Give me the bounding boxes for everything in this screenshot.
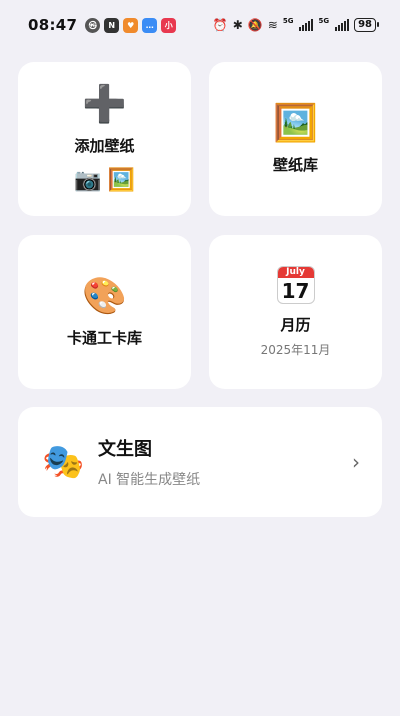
mute-icon: 🔕 xyxy=(247,18,263,32)
nfc-icon: ㉿ xyxy=(85,17,101,33)
status-left: 08:47 ㉿ N ♥ … 小 xyxy=(28,16,177,34)
nfc-app-icon: N xyxy=(104,17,120,33)
camera-icon: 📷 xyxy=(74,168,102,193)
signal-icon-2 xyxy=(335,19,350,31)
source-icons: 📷 🖼️ xyxy=(74,168,135,193)
theater-masks-icon: 🎭 xyxy=(42,442,85,482)
wallpaper-library-title: 壁纸库 xyxy=(272,155,318,174)
message-app-icon: … xyxy=(142,17,158,33)
alarm-icon: ⏰ xyxy=(212,18,228,32)
signal-icon xyxy=(299,19,314,31)
calendar-card[interactable]: July 17 月历 2025年11月 xyxy=(209,235,382,389)
red-app-icon: 小 xyxy=(161,17,177,33)
framed-picture-icon: 🖼️ xyxy=(273,102,318,144)
plus-icon: ➕ xyxy=(82,84,127,125)
battery-indicator: 98 xyxy=(354,18,379,32)
text-to-image-title: 文生图 xyxy=(98,439,152,460)
calendar-icon-month: July xyxy=(277,267,314,278)
text-to-image-card[interactable]: 🎭 文生图 AI 智能生成壁纸 › xyxy=(18,407,382,517)
status-bar: 08:47 ㉿ N ♥ … 小 ⏰ ✱ 🔕 ≋ 5G 5G 98 xyxy=(0,0,400,50)
text-to-image-text: 文生图 AI 智能生成壁纸 xyxy=(98,435,352,489)
calendar-icon: July 17 xyxy=(276,266,315,304)
wifi-icon: ≋ xyxy=(267,18,278,32)
clock-time: 08:47 xyxy=(28,16,78,34)
palette-icon: 🎨 xyxy=(82,275,127,317)
wallpaper-library-card[interactable]: 🖼️ 壁纸库 xyxy=(209,62,382,216)
network-type-2: 5G xyxy=(318,17,330,25)
calendar-icon-day: 17 xyxy=(281,279,310,303)
add-wallpaper-title: 添加壁纸 xyxy=(74,137,135,155)
add-wallpaper-card[interactable]: ➕ 添加壁纸 📷 🖼️ xyxy=(18,62,191,216)
picture-icon: 🖼️ xyxy=(107,168,135,193)
network-type-1: 5G xyxy=(282,17,294,25)
cartoon-card-library-card[interactable]: 🎨 卡通工卡库 xyxy=(18,235,191,389)
cartoon-card-library-title: 卡通工卡库 xyxy=(66,328,142,347)
chevron-right-icon: › xyxy=(352,450,360,474)
orange-app-icon: ♥ xyxy=(123,17,139,33)
text-to-image-subtitle: AI 智能生成壁纸 xyxy=(98,472,201,488)
calendar-title: 月历 xyxy=(280,316,311,334)
status-right: ⏰ ✱ 🔕 ≋ 5G 5G 98 xyxy=(212,17,379,32)
bluetooth-icon: ✱ xyxy=(232,18,243,32)
calendar-subtitle: 2025年11月 xyxy=(260,343,331,357)
